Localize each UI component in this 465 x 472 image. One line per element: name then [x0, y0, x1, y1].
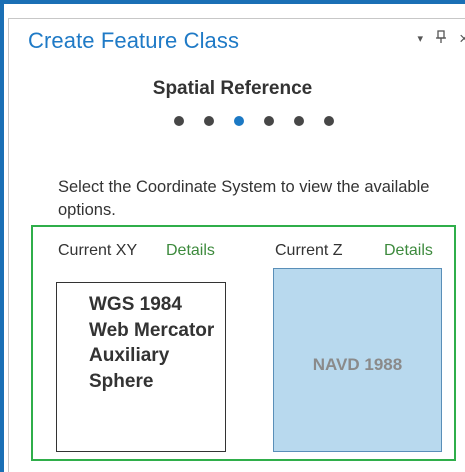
- current-xy-details-link[interactable]: Details: [166, 242, 215, 260]
- instructions-text: Select the Coordinate System to view the…: [58, 178, 430, 219]
- current-z-label: Current Z: [275, 242, 343, 259]
- current-xy-value: WGS 1984 Web Mercator Auxiliary Sphere: [89, 294, 215, 392]
- chevron-down-icon[interactable]: ▾: [418, 31, 424, 47]
- current-z-details-link[interactable]: Details: [384, 242, 433, 260]
- current-xy-label: Current XY: [58, 242, 138, 259]
- wizard-step-indicator: [174, 116, 334, 126]
- step-dot-1[interactable]: [174, 116, 184, 126]
- step-dot-3-active[interactable]: [234, 116, 244, 126]
- current-xy-tile[interactable]: WGS 1984 Web Mercator Auxiliary Sphere: [56, 282, 226, 452]
- current-z-tile[interactable]: NAVD 1988: [273, 268, 442, 452]
- current-z-value: NAVD 1988: [312, 355, 403, 374]
- pin-icon-svg: [436, 30, 447, 43]
- pane-title-controls: ▾ ×: [418, 30, 465, 48]
- pane-title: Create Feature Class: [28, 28, 240, 53]
- step-dot-5[interactable]: [294, 116, 304, 126]
- step-dot-6[interactable]: [324, 116, 334, 126]
- step-heading: Spatial Reference: [152, 78, 313, 99]
- step-dot-2[interactable]: [204, 116, 214, 126]
- pin-icon[interactable]: [435, 30, 447, 48]
- step-dot-4[interactable]: [264, 116, 274, 126]
- close-icon[interactable]: ×: [459, 30, 465, 47]
